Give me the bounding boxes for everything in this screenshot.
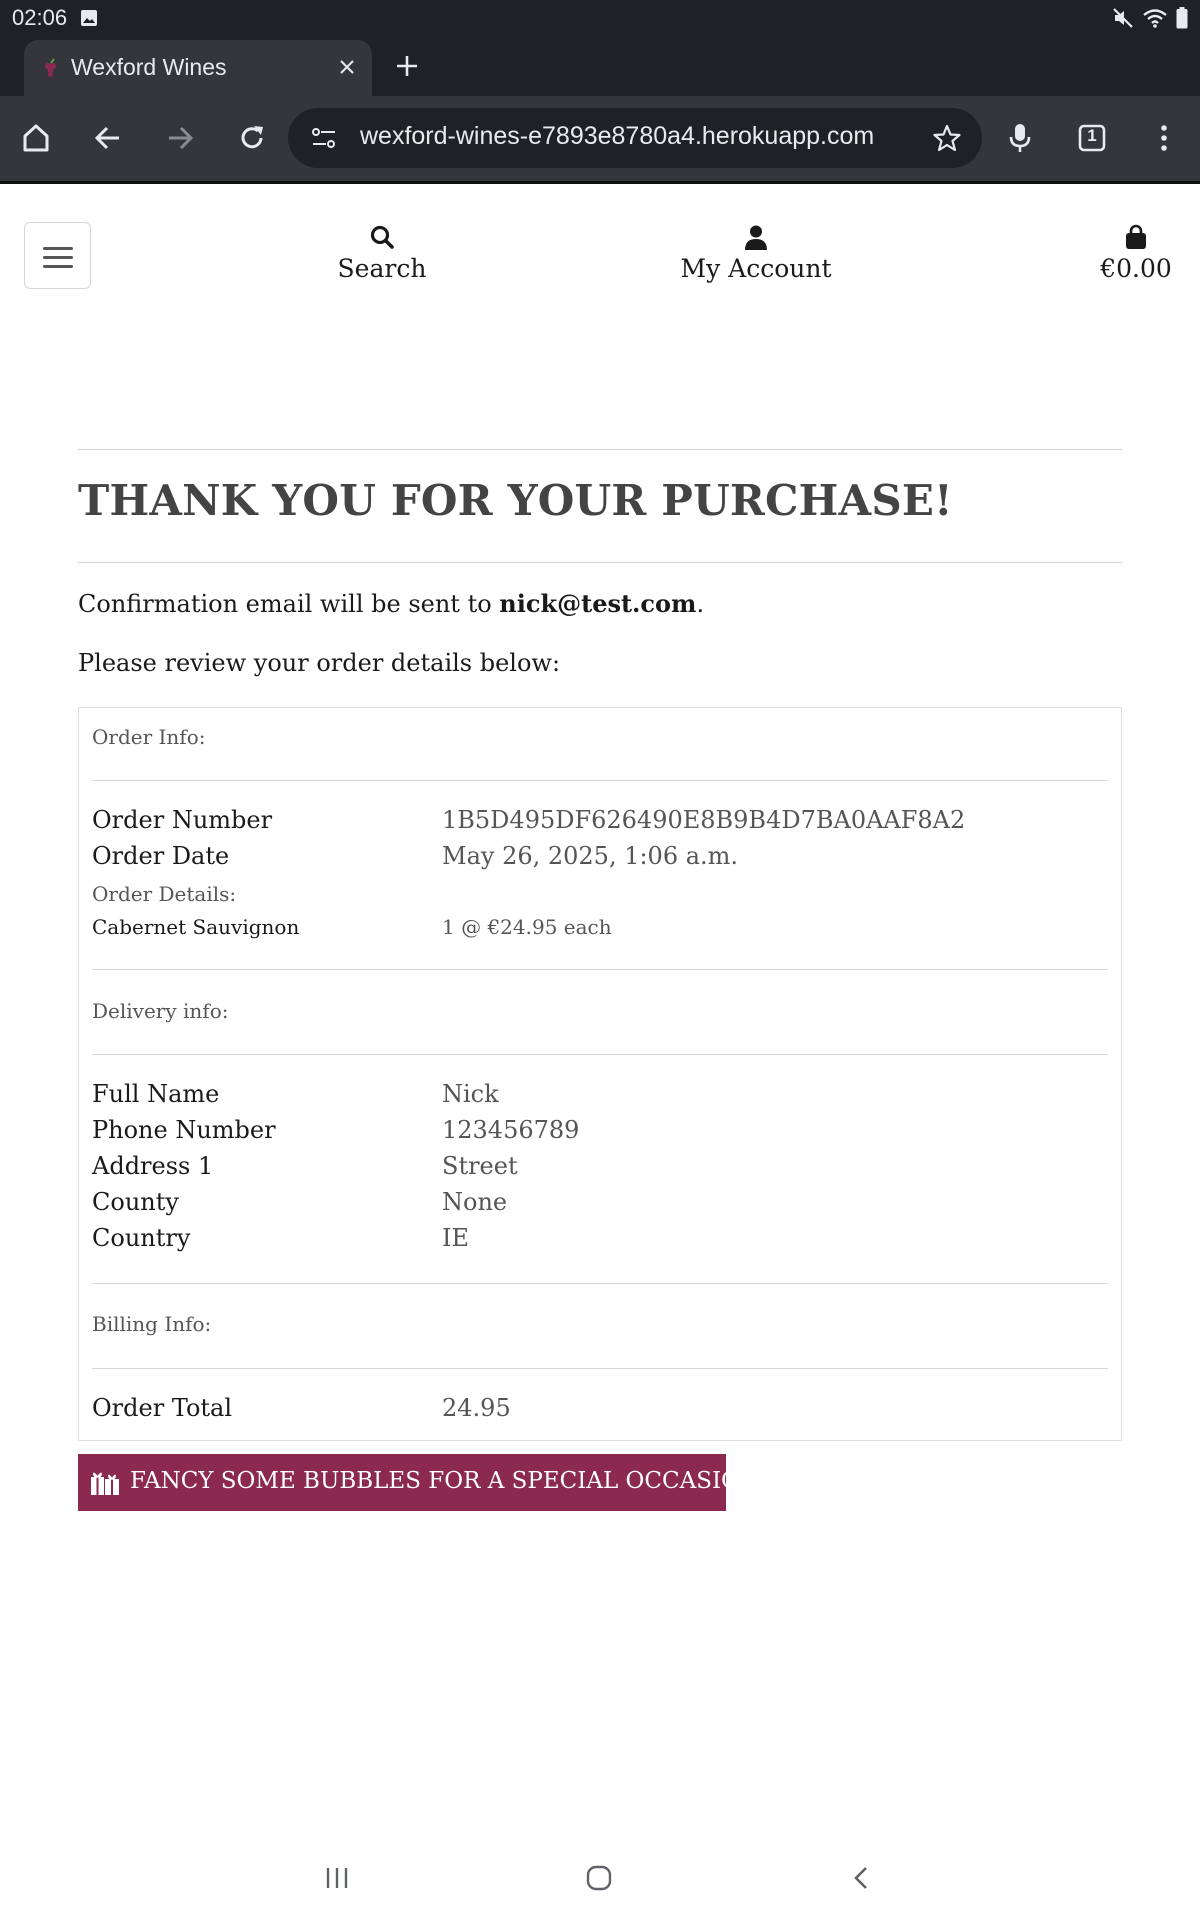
title-bottom-divider bbox=[78, 562, 1122, 563]
gallery-notification-icon bbox=[81, 10, 97, 26]
site-header: Search My Account €0.00 bbox=[0, 184, 1200, 304]
browser-tab-strip: Wexford Wines bbox=[0, 36, 1200, 96]
full-name-value: Nick bbox=[442, 1080, 499, 1108]
divider bbox=[92, 1368, 1108, 1369]
page-title: THANK YOU FOR YOUR PURCHASE! bbox=[78, 476, 953, 525]
browser-toolbar: wexford-wines-e7893e8780a4.herokuapp.com… bbox=[0, 96, 1200, 181]
billing-info-heading: Billing Info: bbox=[92, 1312, 212, 1336]
mute-icon bbox=[1113, 8, 1133, 28]
home-icon[interactable] bbox=[18, 120, 54, 156]
nav-account-label: My Account bbox=[680, 254, 832, 283]
url-text: wexford-wines-e7893e8780a4.herokuapp.com bbox=[360, 122, 875, 150]
microphone-icon[interactable] bbox=[1002, 120, 1038, 156]
back-arrow-icon[interactable] bbox=[90, 120, 126, 156]
wifi-icon bbox=[1143, 9, 1167, 28]
more-options-icon[interactable] bbox=[1146, 120, 1182, 156]
recent-apps-icon[interactable] bbox=[323, 1864, 351, 1892]
order-number-label: Order Number bbox=[92, 806, 273, 834]
back-nav-icon[interactable] bbox=[848, 1864, 876, 1892]
wine-favicon-icon bbox=[45, 58, 56, 77]
address-bar[interactable]: wexford-wines-e7893e8780a4.herokuapp.com bbox=[288, 108, 982, 168]
battery-icon bbox=[1176, 7, 1188, 29]
divider bbox=[92, 1283, 1108, 1284]
bookmark-star-icon[interactable] bbox=[932, 123, 962, 153]
forward-arrow-icon[interactable] bbox=[162, 120, 198, 156]
confirmation-email: nick@test.com bbox=[499, 589, 697, 618]
review-instructions: Please review your order details below: bbox=[78, 649, 561, 677]
tab-switcher-button[interactable]: 1 bbox=[1074, 120, 1110, 156]
reload-icon[interactable] bbox=[234, 120, 270, 156]
address-1-value: Street bbox=[442, 1152, 518, 1180]
divider bbox=[92, 969, 1108, 970]
search-icon bbox=[370, 225, 394, 249]
confirmation-message: Confirmation email will be sent to nick@… bbox=[78, 589, 705, 618]
full-name-label: Full Name bbox=[92, 1080, 220, 1108]
gifts-icon bbox=[91, 1472, 119, 1495]
tab-count: 1 bbox=[1087, 126, 1097, 145]
browser-tab[interactable]: Wexford Wines bbox=[24, 40, 372, 96]
divider bbox=[92, 1054, 1108, 1055]
user-icon bbox=[745, 225, 767, 250]
bag-total: €0.00 bbox=[1100, 254, 1172, 283]
country-label: Country bbox=[92, 1224, 191, 1252]
close-tab-icon[interactable] bbox=[334, 54, 360, 80]
address-1-label: Address 1 bbox=[92, 1152, 214, 1180]
system-navigation-bar bbox=[0, 1842, 1200, 1920]
nav-search-link[interactable]: Search bbox=[330, 224, 434, 283]
order-summary-box: Order Info: Order Number 1B5D495DF626490… bbox=[78, 707, 1122, 1441]
phone-number-label: Phone Number bbox=[92, 1116, 276, 1144]
special-occasion-button[interactable]: FANCY SOME BUBBLES FOR A SPECIAL OCCASIO… bbox=[78, 1454, 772, 1511]
tab-title: Wexford Wines bbox=[71, 54, 227, 80]
site-settings-icon[interactable] bbox=[310, 125, 338, 151]
new-tab-icon[interactable] bbox=[392, 51, 422, 81]
order-date-value: May 26, 2025, 1:06 a.m. bbox=[442, 842, 739, 870]
county-label: County bbox=[92, 1188, 179, 1216]
status-bar: 02:06 bbox=[0, 0, 1200, 36]
order-total-label: Order Total bbox=[92, 1394, 233, 1422]
country-value: IE bbox=[442, 1224, 469, 1252]
order-total-value: 24.95 bbox=[442, 1394, 511, 1422]
order-number-value: 1B5D495DF626490E8B9B4D7BA0AAF8A2 bbox=[442, 806, 966, 834]
divider bbox=[92, 780, 1108, 781]
hamburger-icon bbox=[43, 247, 73, 250]
status-time: 02:06 bbox=[12, 5, 68, 30]
nav-bag-link[interactable]: €0.00 bbox=[1084, 224, 1188, 283]
phone-number-value: 123456789 bbox=[442, 1116, 580, 1144]
nav-search-label: Search bbox=[337, 254, 427, 283]
order-date-label: Order Date bbox=[92, 842, 230, 870]
nav-account-link[interactable]: My Account bbox=[680, 224, 832, 283]
special-occasion-label: FANCY SOME BUBBLES FOR A SPECIAL OCCASIO… bbox=[130, 1468, 773, 1494]
delivery-info-heading: Delivery info: bbox=[92, 999, 229, 1023]
title-top-divider bbox=[78, 449, 1122, 450]
home-nav-icon[interactable] bbox=[585, 1864, 613, 1892]
county-value: None bbox=[442, 1188, 508, 1216]
menu-toggle-button[interactable] bbox=[24, 222, 91, 289]
order-details-heading: Order Details: bbox=[92, 882, 237, 906]
order-info-heading: Order Info: bbox=[92, 725, 206, 749]
order-item-name: Cabernet Sauvignon bbox=[92, 915, 300, 939]
order-item-quantity-price: 1 @ €24.95 each bbox=[442, 915, 612, 939]
shopping-bag-icon bbox=[1126, 224, 1146, 249]
